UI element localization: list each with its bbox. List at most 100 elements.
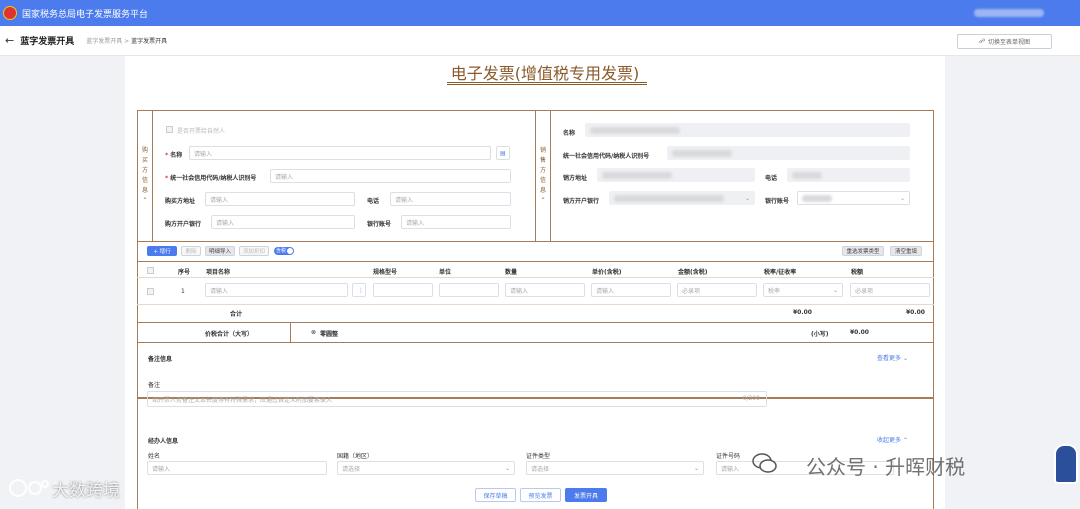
- top-bar: 国家税务总局电子发票服务平台: [0, 0, 1080, 26]
- seller-label-divider: [550, 110, 551, 241]
- col-unit: 单位: [439, 269, 452, 276]
- natural-person-label: 是否开票给自然人: [177, 128, 226, 135]
- buyer-tax-id-input[interactable]: 请输入: [270, 169, 511, 183]
- seller-name-label: 名称: [563, 130, 576, 137]
- grand-total-icon: ⊗: [311, 329, 317, 336]
- seller-side-label: 销售方信息: [539, 147, 546, 194]
- chevron-down-icon: ⌄: [744, 194, 750, 202]
- buyer-address-label: 购买方地址: [165, 198, 196, 205]
- buyer-side-label: 购买方信息: [141, 147, 148, 194]
- col-unit-price: 单价(含税): [592, 269, 622, 276]
- row-checkbox[interactable]: [147, 288, 154, 295]
- seller-phone-label: 电话: [765, 175, 778, 182]
- agent-title: 经办人信息: [148, 438, 179, 445]
- remarks-label: 备注: [148, 382, 161, 389]
- col-tax: 税额: [851, 269, 864, 276]
- import-details-button[interactable]: 明细导入: [205, 246, 235, 256]
- issue-invoice-button[interactable]: 发票开具: [565, 488, 607, 502]
- save-draft-button[interactable]: 保存草稿: [475, 488, 516, 502]
- total-top-line: [137, 304, 934, 305]
- buyer-account-label: 银行账号: [367, 221, 392, 228]
- buyer-account-input[interactable]: 请输入: [401, 215, 511, 229]
- seller-phone-field: [787, 168, 910, 182]
- col-tax-rate: 税率/征收率: [764, 269, 797, 276]
- preview-invoice-button[interactable]: 预览发票: [520, 488, 561, 502]
- buyer-address-input[interactable]: 请输入: [205, 192, 355, 206]
- item-name-input[interactable]: 请输入: [205, 283, 348, 297]
- quantity-input[interactable]: 请输入: [505, 283, 585, 297]
- buyer-name-input[interactable]: 请输入: [189, 146, 491, 160]
- seller-tax-id-label: 统一社会信用代码/纳税人识别号: [563, 153, 650, 160]
- buyer-collapse-icon[interactable]: ⌃: [140, 196, 150, 206]
- invoice-title: 电子发票(增值税专用发票): [450, 64, 640, 83]
- seller-collapse-icon[interactable]: ⌃: [538, 196, 548, 206]
- agent-name-input[interactable]: 请输入: [147, 461, 327, 475]
- add-row-button[interactable]: + 增行: [147, 246, 177, 256]
- spec-input[interactable]: [373, 283, 433, 297]
- switch-view-button[interactable]: ☍ 切换至表单视图: [957, 34, 1052, 49]
- reselect-invoice-type-button[interactable]: 重选发票类型: [842, 246, 884, 256]
- table-header-top-line: [137, 261, 934, 262]
- seller-bank-label: 销方开户银行: [563, 198, 600, 205]
- wechat-icon: [752, 453, 777, 473]
- more-options-icon[interactable]: ⋮: [352, 283, 366, 297]
- party-divider: [535, 110, 536, 241]
- unit-input[interactable]: [439, 283, 499, 297]
- seller-account-label: 银行账号: [765, 198, 790, 205]
- agent-collapse-link[interactable]: 收起更多 ⌃: [877, 435, 908, 444]
- buyer-phone-input[interactable]: 请输入: [390, 192, 511, 206]
- agent-name-label: 姓名: [148, 453, 161, 460]
- grand-total-small-label: (小写): [811, 331, 829, 338]
- chevron-down-icon: ⌄: [902, 355, 908, 362]
- seller-bank-select[interactable]: ⌄: [609, 191, 755, 205]
- agent-country-label: 国籍（地区）: [337, 453, 374, 460]
- buyer-bank-input[interactable]: 请输入: [211, 215, 355, 229]
- grand-total-divider: [290, 322, 291, 342]
- seller-name-field: [585, 123, 910, 137]
- invoice-title-underline: [447, 82, 647, 85]
- agent-id-type-select[interactable]: 请选择 ⌄: [526, 461, 704, 475]
- tax-bureau-logo: [3, 6, 17, 20]
- arrow-left-icon[interactable]: ←: [5, 34, 14, 47]
- unit-price-input[interactable]: 请输入: [591, 283, 671, 297]
- remarks-more-link[interactable]: 查看更多 ⌄: [877, 353, 908, 362]
- breadcrumb-item[interactable]: 蓝字发票开具: [86, 38, 122, 45]
- buyer-label-divider: [152, 110, 153, 241]
- tax-input[interactable]: 必录项: [850, 283, 930, 297]
- col-item-name: 项目名称: [206, 269, 231, 276]
- breadcrumb-current: 蓝字发票开具: [131, 38, 168, 45]
- amount-input[interactable]: 必录项: [677, 283, 757, 297]
- chevron-down-icon: ⌄: [832, 286, 838, 294]
- col-index: 序号: [178, 269, 191, 276]
- buyer-lookup-icon[interactable]: ▤: [496, 146, 510, 160]
- col-amount: 金额(含税): [678, 269, 708, 276]
- grand-total-top-line: [137, 322, 934, 323]
- table-header-bottom-line: [137, 277, 934, 278]
- natural-person-checkbox[interactable]: [166, 126, 173, 133]
- tax-inclusive-toggle[interactable]: 含税: [274, 247, 294, 255]
- clear-form-button[interactable]: 清空重填: [890, 246, 922, 256]
- grand-total-bottom-line: [137, 342, 934, 343]
- agent-country-select[interactable]: 请选择 ⌄: [337, 461, 515, 475]
- buyer-phone-label: 电话: [367, 198, 380, 205]
- total-label: 合计: [230, 311, 243, 318]
- remarks-title: 备注信息: [148, 356, 173, 363]
- breadcrumb-separator: >: [124, 38, 130, 45]
- tax-rate-select[interactable]: 税率 ⌄: [763, 283, 843, 297]
- total-amount: ¥0.00: [793, 309, 812, 316]
- mascot-icon: [1054, 444, 1078, 484]
- agent-id-number-label: 证件号码: [716, 453, 741, 460]
- grand-total-value: ¥0.00: [850, 329, 869, 336]
- col-quantity: 数量: [505, 269, 518, 276]
- delete-row-button[interactable]: 删除: [181, 246, 201, 256]
- select-all-checkbox[interactable]: [147, 267, 154, 274]
- seller-account-select[interactable]: ⌄: [797, 191, 910, 205]
- remarks-textarea[interactable]: 如开票人对备注文本长度等有特殊需求，应通过自定义附加要素录入 0/200: [147, 391, 767, 407]
- left-watermark-icon: [9, 479, 49, 497]
- add-discount-button[interactable]: 添加折扣: [239, 246, 269, 256]
- app-title: 国家税务总局电子发票服务平台: [22, 9, 149, 20]
- page-title: 蓝字发票开具: [20, 37, 75, 47]
- grand-total-words: 零圆整: [320, 331, 339, 338]
- buyer-tax-id-label: 统一社会信用代码/纳税人识别号: [165, 173, 256, 182]
- user-info[interactable]: [974, 9, 1044, 17]
